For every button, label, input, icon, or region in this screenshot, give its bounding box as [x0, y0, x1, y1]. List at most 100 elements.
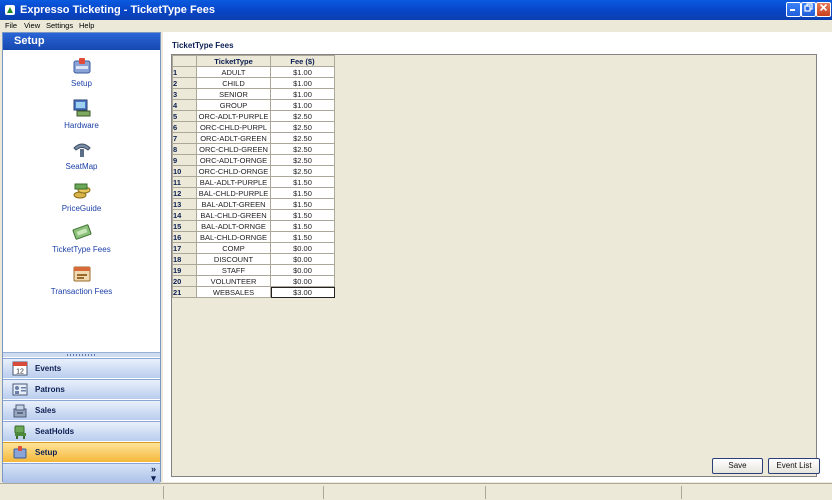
menu-file[interactable]: File — [5, 21, 17, 31]
table-row[interactable]: 12 BAL-CHLD-PURPLE $1.50 — [172, 187, 335, 199]
row-number[interactable]: 11 — [172, 176, 197, 188]
tickettype-cell[interactable]: ORC-CHLD-ORNGE — [196, 165, 271, 177]
fee-cell[interactable]: $1.00 — [270, 77, 335, 89]
table-row[interactable]: 11 BAL-ADLT-PURPLE $1.50 — [172, 176, 335, 188]
fee-cell[interactable]: $2.50 — [270, 154, 335, 166]
tickettype-cell[interactable]: ORC-ADLT-PURPLE — [196, 110, 271, 122]
fee-cell[interactable]: $3.00 — [270, 286, 335, 298]
fee-cell[interactable]: $1.00 — [270, 88, 335, 100]
row-number[interactable]: 8 — [172, 143, 197, 155]
table-row[interactable]: 16 BAL-CHLD-ORNGE $1.50 — [172, 231, 335, 243]
row-number[interactable]: 19 — [172, 264, 197, 276]
menu-help[interactable]: Help — [79, 21, 94, 31]
fee-cell[interactable]: $2.50 — [270, 143, 335, 155]
fee-cell[interactable]: $1.00 — [270, 99, 335, 111]
table-row[interactable]: 5 ORC-ADLT-PURPLE $2.50 — [172, 110, 335, 122]
tickettype-cell[interactable]: ORC-ADLT-ORNGE — [196, 154, 271, 166]
fee-cell[interactable]: $1.50 — [270, 231, 335, 243]
fee-cell[interactable]: $1.50 — [270, 220, 335, 232]
tickettype-cell[interactable]: VOLUNTEER — [196, 275, 271, 287]
row-number[interactable]: 20 — [172, 275, 197, 287]
nav-item-priceguide[interactable]: PriceGuide — [3, 181, 160, 214]
maximize-button[interactable] — [801, 2, 816, 17]
tickettype-cell[interactable]: WEBSALES — [196, 286, 271, 298]
table-row[interactable]: 7 ORC-ADLT-GREEN $2.50 — [172, 132, 335, 144]
more-chevron-icon[interactable]: » ▾ — [151, 465, 156, 483]
row-number[interactable]: 13 — [172, 198, 197, 210]
table-row[interactable]: 17 COMP $0.00 — [172, 242, 335, 254]
row-number[interactable]: 14 — [172, 209, 197, 221]
table-row[interactable]: 4 GROUP $1.00 — [172, 99, 335, 111]
column-header-fee[interactable]: Fee ($) — [270, 55, 335, 67]
nav-bar-events[interactable]: 12 Events — [3, 358, 160, 378]
table-row[interactable]: 15 BAL-ADLT-ORNGE $1.50 — [172, 220, 335, 232]
table-row[interactable]: 10 ORC-CHLD-ORNGE $2.50 — [172, 165, 335, 177]
fee-cell[interactable]: $2.50 — [270, 110, 335, 122]
nav-bar-patrons[interactable]: Patrons — [3, 379, 160, 399]
row-number[interactable]: 5 — [172, 110, 197, 122]
tickettype-cell[interactable]: BAL-ADLT-PURPLE — [196, 176, 271, 188]
tickettype-cell[interactable]: BAL-CHLD-ORNGE — [196, 231, 271, 243]
fee-cell[interactable]: $0.00 — [270, 264, 335, 276]
row-number[interactable]: 6 — [172, 121, 197, 133]
table-row[interactable]: 20 VOLUNTEER $0.00 — [172, 275, 335, 287]
row-number[interactable]: 15 — [172, 220, 197, 232]
tickettype-cell[interactable]: SENIOR — [196, 88, 271, 100]
fee-cell[interactable]: $1.50 — [270, 198, 335, 210]
close-button[interactable] — [816, 2, 831, 17]
fee-cell[interactable]: $1.50 — [270, 176, 335, 188]
column-header-tickettype[interactable]: TicketType — [196, 55, 271, 67]
nav-item-transaction-fees[interactable]: Transaction Fees — [3, 264, 160, 297]
fee-cell[interactable]: $2.50 — [270, 121, 335, 133]
row-number[interactable]: 4 — [172, 99, 197, 111]
table-row[interactable]: 13 BAL-ADLT-GREEN $1.50 — [172, 198, 335, 210]
nav-bar-seatholds[interactable]: SeatHolds — [3, 421, 160, 441]
tickettype-cell[interactable]: ORC-ADLT-GREEN — [196, 132, 271, 144]
fee-cell[interactable]: $2.50 — [270, 132, 335, 144]
tickettype-cell[interactable]: GROUP — [196, 99, 271, 111]
table-row[interactable]: 18 DISCOUNT $0.00 — [172, 253, 335, 265]
tickettype-cell[interactable]: CHILD — [196, 77, 271, 89]
minimize-button[interactable] — [786, 2, 801, 17]
nav-item-seatmap[interactable]: SeatMap — [3, 139, 160, 172]
tickettype-cell[interactable]: BAL-ADLT-GREEN — [196, 198, 271, 210]
fee-cell[interactable]: $1.50 — [270, 209, 335, 221]
table-corner[interactable] — [172, 55, 197, 67]
menu-view[interactable]: View — [24, 21, 40, 31]
row-number[interactable]: 10 — [172, 165, 197, 177]
nav-bar-sales[interactable]: Sales — [3, 400, 160, 420]
table-row[interactable]: 21 WEBSALES $3.00 — [172, 286, 335, 298]
table-row[interactable]: 2 CHILD $1.00 — [172, 77, 335, 89]
row-number[interactable]: 16 — [172, 231, 197, 243]
table-row[interactable]: 9 ORC-ADLT-ORNGE $2.50 — [172, 154, 335, 166]
tickettype-cell[interactable]: BAL-CHLD-GREEN — [196, 209, 271, 221]
row-number[interactable]: 3 — [172, 88, 197, 100]
tickettype-cell[interactable]: ORC-CHLD-PURPL — [196, 121, 271, 133]
fee-cell[interactable]: $0.00 — [270, 275, 335, 287]
table-row[interactable]: 3 SENIOR $1.00 — [172, 88, 335, 100]
tickettype-cell[interactable]: BAL-ADLT-ORNGE — [196, 220, 271, 232]
row-number[interactable]: 17 — [172, 242, 197, 254]
panel-splitter[interactable] — [3, 352, 160, 357]
row-number[interactable]: 7 — [172, 132, 197, 144]
event-list-button[interactable]: Event List — [768, 458, 820, 474]
tickettype-cell[interactable]: ORC-CHLD-GREEN — [196, 143, 271, 155]
nav-item-tickettype-fees[interactable]: TicketType Fees — [3, 222, 160, 255]
tickettype-cell[interactable]: BAL-CHLD-PURPLE — [196, 187, 271, 199]
table-row[interactable]: 6 ORC-CHLD-PURPL $2.50 — [172, 121, 335, 133]
row-number[interactable]: 21 — [172, 286, 197, 298]
nav-item-hardware[interactable]: Hardware — [3, 98, 160, 131]
nav-item-setup[interactable]: Setup — [3, 56, 160, 89]
fee-cell[interactable]: $0.00 — [270, 242, 335, 254]
table-row[interactable]: 14 BAL-CHLD-GREEN $1.50 — [172, 209, 335, 221]
save-button[interactable]: Save — [712, 458, 763, 474]
fee-cell[interactable]: $1.00 — [270, 66, 335, 78]
row-number[interactable]: 1 — [172, 66, 197, 78]
row-number[interactable]: 2 — [172, 77, 197, 89]
fee-cell[interactable]: $1.50 — [270, 187, 335, 199]
nav-bar-overflow[interactable]: » ▾ — [3, 463, 160, 484]
menu-settings[interactable]: Settings — [46, 21, 73, 31]
table-row[interactable]: 1 ADULT $1.00 — [172, 66, 335, 78]
tickettype-cell[interactable]: DISCOUNT — [196, 253, 271, 265]
row-number[interactable]: 12 — [172, 187, 197, 199]
